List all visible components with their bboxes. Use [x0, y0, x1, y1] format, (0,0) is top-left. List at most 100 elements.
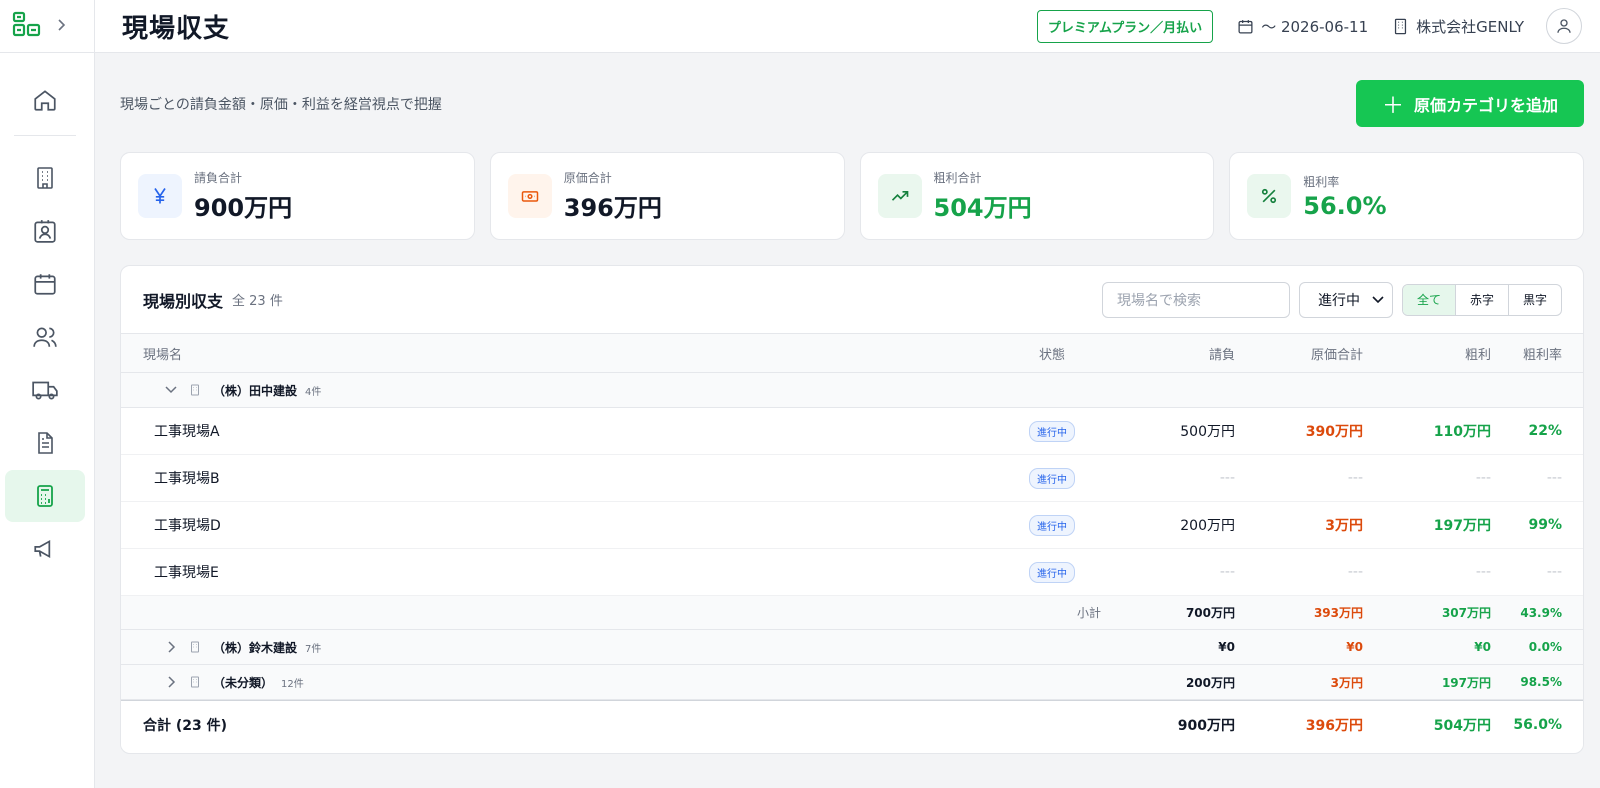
table-row[interactable]: 工事現場A 進行中 500万円 390万円 110万円 22%: [121, 408, 1583, 455]
group-row-uncategorized[interactable]: （未分類） 12件 200万円 3万円 197万円 98.5%: [121, 665, 1583, 700]
users-icon: [33, 327, 57, 347]
card-value: 504万円: [933, 194, 1032, 222]
group-count: 4件: [305, 386, 322, 398]
truck-icon: [32, 381, 58, 400]
sidebar-divider: [14, 135, 76, 136]
page-title: 現場収支: [122, 13, 231, 44]
total-cost: 396万円: [1305, 717, 1363, 734]
group-rate: 0.0%: [1528, 640, 1562, 654]
group-row-suzuki[interactable]: （株）鈴木建設 7件 ¥0 ¥0 ¥0 0.0%: [121, 630, 1583, 665]
chevron-right-icon[interactable]: [165, 641, 177, 653]
yen-icon: [138, 174, 182, 218]
filter-loss[interactable]: 赤字: [1454, 284, 1508, 315]
group-cost: 3万円: [1330, 675, 1363, 690]
building-icon: [191, 384, 199, 396]
chevron-right-icon[interactable]: [165, 676, 177, 688]
col-cost[interactable]: 原価合計: [1235, 344, 1363, 363]
top-header: 現場収支 プレミアムプラン／月払い 〜 2026-06-11 株式会社GENLY: [95, 0, 1600, 53]
profit-value: 197万円: [1433, 518, 1491, 534]
sidebar-item-calendar[interactable]: [5, 258, 85, 310]
filter-all[interactable]: 全て: [1402, 284, 1455, 315]
plan-badge[interactable]: プレミアムプラン／月払い: [1036, 9, 1214, 43]
megaphone-icon: [34, 539, 51, 559]
site-search-input[interactable]: 現場名で検索: [1101, 281, 1290, 318]
building-icon: [191, 676, 199, 688]
profit-value: ---: [1475, 564, 1491, 580]
total-label: 合計 (23 件): [143, 717, 228, 734]
group-row-tanaka[interactable]: （株）田中建設 4件: [121, 373, 1583, 408]
home-icon: [34, 90, 56, 111]
company-name: 株式会社GENLY: [1416, 17, 1524, 36]
calendar-icon: [1238, 19, 1253, 34]
sidebar-item-contacts[interactable]: [5, 205, 85, 257]
profit-value: 110万円: [1433, 424, 1491, 440]
filter-profit[interactable]: 黒字: [1507, 284, 1561, 315]
summary-card-rate: 粗利率 56.0%: [1229, 152, 1584, 240]
subtotal-contract: 700万円: [1185, 606, 1235, 620]
add-cost-category-button[interactable]: ＋ 原価カテゴリを追加: [1356, 80, 1584, 127]
rate-value: 99%: [1528, 517, 1562, 533]
panel-count: 全 23 件: [232, 294, 283, 309]
group-count: 12件: [281, 678, 304, 690]
add-cost-category-label: 原価カテゴリを追加: [1414, 95, 1559, 115]
card-label: 粗利合計: [933, 171, 982, 185]
sidebar-item-documents[interactable]: [5, 417, 85, 469]
col-profit[interactable]: 粗利: [1363, 344, 1491, 363]
group-count: 7件: [305, 643, 322, 655]
company-selector[interactable]: 株式会社GENLY: [1392, 16, 1524, 37]
trend-up-icon: [877, 174, 922, 218]
col-status[interactable]: 状態: [997, 344, 1107, 363]
app-logo[interactable]: [12, 11, 42, 41]
user-icon: [1557, 19, 1571, 33]
card-value: 396万円: [563, 194, 662, 222]
subtotal-row: 小計 700万円 393万円 307万円 43.9%: [121, 596, 1583, 630]
col-rate[interactable]: 粗利率: [1491, 344, 1583, 363]
sidebar-item-announcements[interactable]: [5, 523, 85, 575]
group-profit: ¥0: [1474, 640, 1491, 654]
sidebar-item-users[interactable]: [5, 311, 85, 363]
sidebar-nav: [0, 53, 94, 575]
contract-value: 200万円: [1180, 518, 1235, 534]
table-row[interactable]: 工事現場D 進行中 200万円 3万円 197万円 99%: [121, 502, 1583, 549]
status-select-value: 進行中: [1317, 292, 1360, 309]
panel-tools: 現場名で検索 進行中 全て 赤字 黒字: [1101, 281, 1562, 318]
sidebar-item-delivery[interactable]: [5, 364, 85, 416]
date-range[interactable]: 〜 2026-06-11: [1237, 16, 1368, 37]
card-label: 請負合計: [194, 171, 243, 185]
building-icon: [191, 641, 199, 653]
cost-value: ---: [1347, 470, 1363, 486]
col-name[interactable]: 現場名: [121, 344, 997, 363]
status-select[interactable]: 進行中: [1298, 281, 1393, 318]
percent-icon: [1247, 174, 1292, 218]
chevron-right-icon[interactable]: [56, 17, 66, 36]
contract-value: ---: [1219, 470, 1235, 486]
cash-icon: [507, 174, 552, 218]
total-profit: 504万円: [1433, 717, 1491, 734]
rate-value: ---: [1546, 470, 1562, 486]
total-rate: 56.0%: [1513, 716, 1562, 733]
card-label: 粗利率: [1303, 174, 1340, 189]
summary-card-cost: 原価合計 396万円: [489, 152, 845, 240]
sidebar-item-home[interactable]: [5, 74, 85, 126]
group-contract: ¥0: [1218, 640, 1235, 654]
total-contract: 900万円: [1177, 717, 1235, 734]
page-subtitle: 現場ごとの請負金額・原価・利益を経営視点で把握: [120, 97, 442, 113]
profit-value: ---: [1475, 470, 1491, 486]
rate-value: 22%: [1528, 423, 1562, 439]
user-avatar[interactable]: [1546, 8, 1582, 44]
summary-card-profit: 粗利合計 504万円: [859, 152, 1215, 240]
card-value: 56.0%: [1303, 191, 1387, 220]
sidebar-item-buildings[interactable]: [5, 152, 85, 204]
date-text: 〜 2026-06-11: [1261, 17, 1369, 36]
subtotal-profit: 307万円: [1441, 606, 1491, 620]
col-contract[interactable]: 請負: [1107, 344, 1235, 363]
chevron-down-icon: [1372, 295, 1384, 303]
chevron-down-icon[interactable]: [165, 386, 177, 394]
sidebar-item-balance[interactable]: [5, 470, 85, 522]
table-row[interactable]: 工事現場B 進行中 --- --- --- ---: [121, 455, 1583, 502]
subtotal-cost: 393万円: [1313, 606, 1363, 620]
id-card-icon: [34, 220, 56, 243]
site-name: 工事現場D: [154, 518, 221, 534]
group-name: （株）鈴木建設: [213, 640, 298, 655]
table-row[interactable]: 工事現場E 進行中 --- --- --- ---: [121, 549, 1583, 596]
